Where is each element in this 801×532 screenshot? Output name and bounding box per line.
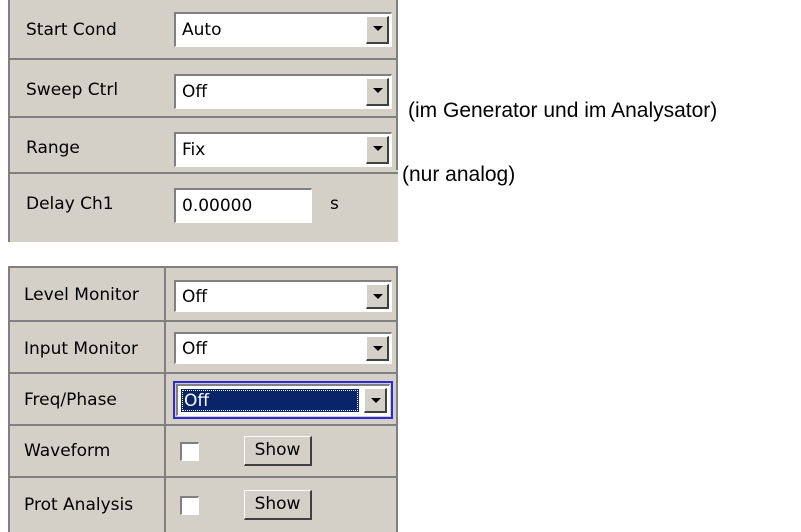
freq-phase-value: Off [184, 391, 210, 411]
freq-phase-label: Freq/Phase [24, 390, 117, 410]
prot-analysis-row: Prot Analysis Show [10, 478, 396, 532]
sweep-ctrl-row: Sweep Ctrl Off [8, 60, 398, 116]
range-note: (nur analog) [402, 163, 516, 186]
start-cond-value: Auto [182, 20, 222, 40]
waveform-label: Waveform [24, 441, 111, 461]
prot-analysis-checkbox[interactable] [180, 496, 199, 515]
chevron-down-icon[interactable] [366, 284, 389, 309]
level-monitor-label: Level Monitor [24, 285, 139, 305]
column-divider [164, 426, 166, 476]
range-label: Range [26, 138, 80, 158]
freq-phase-row: Freq/Phase Off [10, 374, 396, 424]
freq-phase-dropdown[interactable]: Off [173, 381, 393, 419]
sweep-settings-panel: Start Cond Auto Sweep Ctrl Off Range Fix… [8, 0, 398, 242]
input-monitor-row: Input Monitor Off [10, 322, 396, 372]
sweep-ctrl-dropdown[interactable]: Off [174, 74, 392, 109]
chevron-down-icon[interactable] [364, 388, 387, 413]
waveform-checkbox[interactable] [180, 442, 199, 461]
column-divider [164, 374, 166, 424]
column-divider [164, 268, 166, 320]
column-divider [164, 478, 166, 532]
range-dropdown[interactable]: Fix [174, 132, 392, 167]
start-cond-label: Start Cond [26, 20, 117, 40]
input-monitor-value: Off [182, 339, 208, 359]
chevron-down-icon[interactable] [366, 78, 389, 106]
delay-ch1-unit: s [330, 194, 339, 214]
start-cond-dropdown[interactable]: Auto [174, 12, 392, 47]
prot-analysis-show-button[interactable]: Show [244, 490, 312, 520]
level-monitor-row: Level Monitor Off [10, 268, 396, 320]
delay-ch1-row: Delay Ch1 0.00000 s [8, 174, 398, 242]
column-divider [164, 322, 166, 372]
level-monitor-value: Off [182, 287, 208, 307]
start-cond-row: Start Cond Auto [8, 0, 398, 58]
level-monitor-dropdown[interactable]: Off [174, 280, 392, 312]
delay-ch1-value: 0.00000 [182, 196, 253, 216]
chevron-down-icon[interactable] [366, 336, 389, 361]
sweep-ctrl-note: (im Generator und im Analysator) [408, 99, 718, 122]
chevron-down-icon[interactable] [366, 16, 389, 44]
delay-ch1-label: Delay Ch1 [26, 194, 114, 214]
monitor-panel: Level Monitor Off Input Monitor Off Freq… [8, 266, 398, 532]
delay-ch1-input[interactable]: 0.00000 [174, 188, 312, 223]
waveform-row: Waveform Show [10, 426, 396, 476]
prot-analysis-label: Prot Analysis [24, 495, 134, 515]
sweep-ctrl-label: Sweep Ctrl [26, 80, 119, 100]
waveform-show-button[interactable]: Show [244, 436, 312, 466]
chevron-down-icon[interactable] [366, 136, 389, 164]
input-monitor-dropdown[interactable]: Off [174, 332, 392, 364]
range-value: Fix [182, 140, 206, 160]
sweep-ctrl-value: Off [182, 82, 208, 102]
range-row: Range Fix [8, 118, 398, 174]
input-monitor-label: Input Monitor [24, 339, 139, 359]
